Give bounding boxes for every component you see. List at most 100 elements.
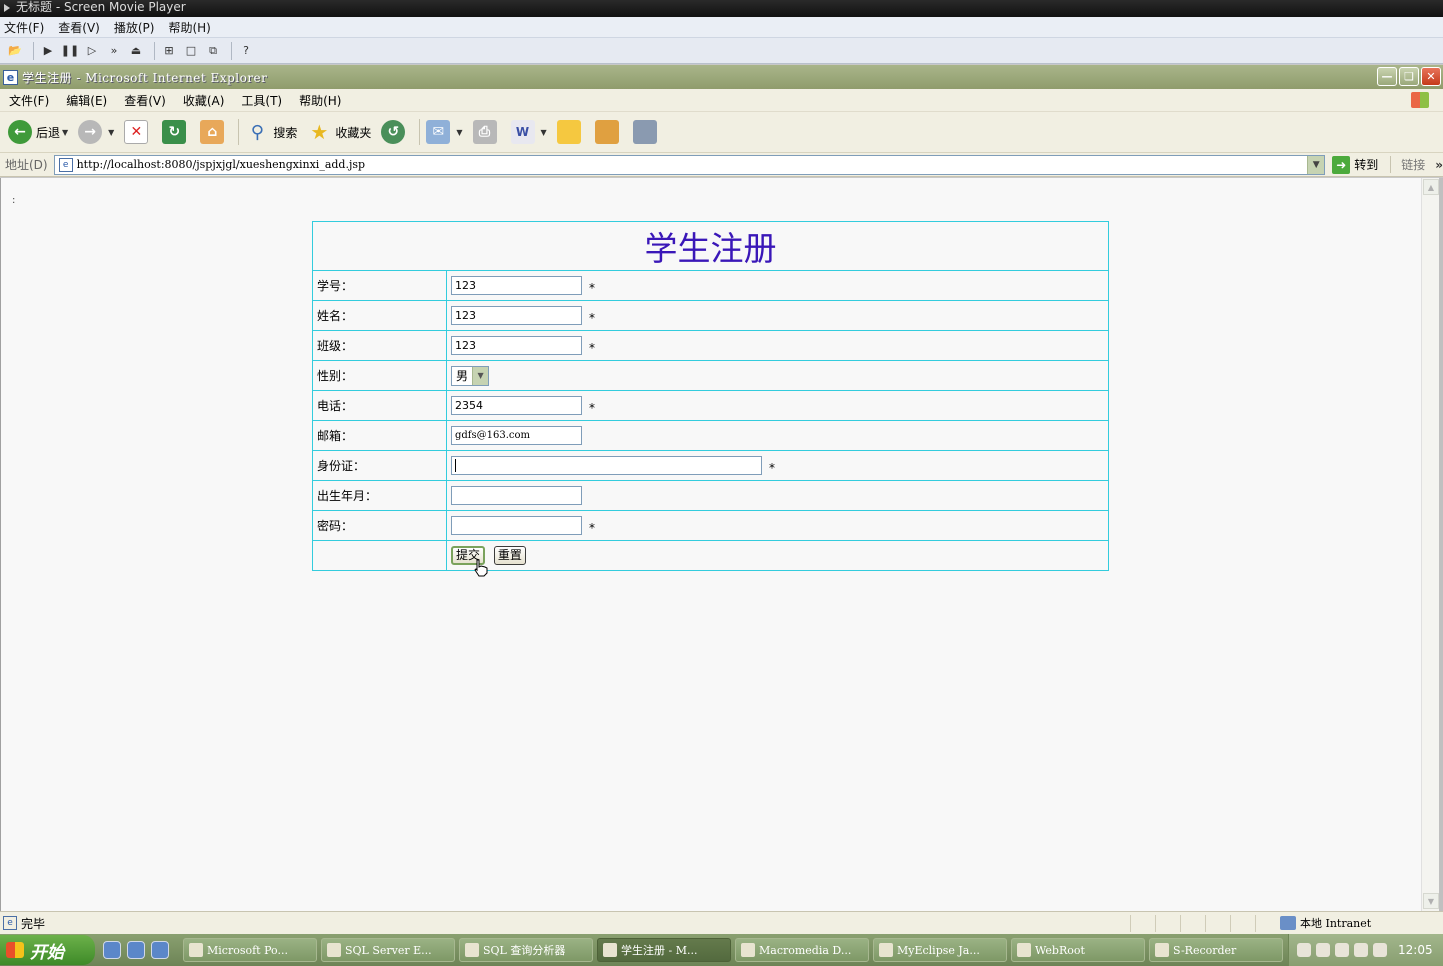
menu-help[interactable]: 帮助(H) <box>299 92 341 109</box>
network-icon[interactable] <box>1335 943 1349 957</box>
menu-edit[interactable]: 编辑(E) <box>66 92 107 109</box>
task-sql-server[interactable]: SQL Server E... <box>321 938 455 962</box>
status-text: 完毕 <box>21 916 46 931</box>
print-button[interactable]: ⎙ <box>472 120 501 144</box>
chevron-down-icon[interactable]: ▼ <box>541 128 547 137</box>
task-macromedia[interactable]: Macromedia D... <box>735 938 869 962</box>
search-button[interactable]: ⚲ 搜索 <box>245 120 297 144</box>
player-menu-help[interactable]: 帮助(H) <box>168 19 210 36</box>
student-no-input[interactable]: 123 <box>451 276 582 295</box>
task-label: SQL Server E... <box>345 943 432 957</box>
home-icon: ⌂ <box>200 120 225 144</box>
gender-select[interactable]: 男 ▼ <box>451 365 490 386</box>
ie-quicklaunch-icon[interactable] <box>103 941 121 959</box>
menu-favorites[interactable]: 收藏(A) <box>183 92 225 109</box>
clock: 12:05 <box>1398 943 1433 957</box>
stop-button[interactable]: ✕ <box>124 120 152 144</box>
shield-icon[interactable] <box>1354 943 1368 957</box>
window-mode-button[interactable]: ⧉ <box>204 42 222 60</box>
step-forward-button[interactable]: ▷ <box>83 42 101 60</box>
mail-button[interactable]: ✉ ▼ <box>426 120 463 144</box>
favorites-button[interactable]: ★ 收藏夹 <box>307 120 371 144</box>
research-button[interactable] <box>594 120 623 144</box>
task-s-recorder[interactable]: S-Recorder <box>1149 938 1283 962</box>
word-icon: W <box>510 120 535 144</box>
id-card-input[interactable] <box>451 456 762 475</box>
fast-forward-button[interactable]: » <box>105 42 123 60</box>
menu-tools[interactable]: 工具(T) <box>241 92 282 109</box>
phone-label: 电话： <box>312 390 447 421</box>
task-webroot[interactable]: WebRoot <box>1011 938 1145 962</box>
links-button[interactable]: 链接 <box>1390 156 1425 173</box>
task-powerpoint[interactable]: Microsoft Po... <box>183 938 317 962</box>
go-arrow-icon[interactable]: ➜ <box>1332 155 1351 174</box>
tray-expand-icon[interactable] <box>1316 943 1330 957</box>
toolbar-separator <box>419 119 421 145</box>
task-label: MyEclipse Ja... <box>897 943 980 957</box>
keyboard-icon[interactable] <box>1297 943 1311 957</box>
task-query-analyzer[interactable]: SQL 查询分析器 <box>459 938 593 962</box>
forward-button[interactable]: → ▼ <box>78 120 114 144</box>
ie-window-title: 学生注册 - Microsoft Internet Explorer <box>22 70 268 85</box>
printer-icon: ⎙ <box>472 120 497 144</box>
recorder-icon <box>1155 943 1169 957</box>
open-folder-icon[interactable]: 📂 <box>6 42 24 60</box>
zoom-fit-button[interactable]: ⊞ <box>160 42 178 60</box>
refresh-button[interactable]: ↻ <box>162 120 190 144</box>
class-input[interactable]: 123 <box>451 336 582 355</box>
email-input[interactable]: gdfs@163.com <box>451 426 582 445</box>
dreamweaver-icon <box>741 943 755 957</box>
home-button[interactable]: ⌂ <box>200 120 228 144</box>
edit-button[interactable]: W ▼ <box>510 120 547 144</box>
task-label: WebRoot <box>1035 943 1085 957</box>
form-row-student-no: 学号： 123 * <box>312 270 1109 301</box>
qq-icon[interactable] <box>1373 943 1387 957</box>
folder-button[interactable] <box>556 120 585 144</box>
eject-button[interactable]: ⏏ <box>127 42 145 60</box>
play-button[interactable]: ▶ <box>39 42 57 60</box>
favorites-label: 收藏夹 <box>335 125 372 140</box>
password-input[interactable] <box>451 516 582 535</box>
address-dropdown-button[interactable]: ▼ <box>1307 155 1325 174</box>
chevron-down-icon[interactable]: ▼ <box>62 128 68 137</box>
name-input[interactable]: 123 <box>451 306 582 325</box>
media-quicklaunch-icon[interactable] <box>151 941 169 959</box>
chevron-down-icon[interactable]: ▼ <box>472 366 489 385</box>
messenger-button[interactable] <box>632 120 661 144</box>
go-button[interactable]: 转到 <box>1354 156 1378 173</box>
player-menu-view[interactable]: 查看(V) <box>58 19 100 36</box>
task-ie-active[interactable]: 学生注册 - M... <box>597 938 731 962</box>
back-button[interactable]: ← 后退 ▼ <box>8 120 68 144</box>
chevron-right-icon[interactable]: » <box>1435 158 1443 172</box>
address-url[interactable]: http://localhost:8080/jspjxjgl/xueshengx… <box>77 158 365 171</box>
restore-button[interactable]: ❏ <box>1399 67 1419 86</box>
folder-icon <box>1017 943 1031 957</box>
registration-form: 学生注册 学号： 123 * 姓名： 123 * 班级： 123 * 性别： 男 ▼ … <box>312 221 1109 571</box>
taskbar: 开始 Microsoft Po... SQL Server E... SQL 查… <box>0 934 1443 966</box>
player-menu-file[interactable]: 文件(F) <box>4 19 44 36</box>
player-menu-play[interactable]: 播放(P) <box>114 19 155 36</box>
required-mark: * <box>769 461 775 475</box>
pause-button[interactable]: ❚❚ <box>61 42 79 60</box>
start-button[interactable]: 开始 <box>0 935 95 965</box>
task-myeclipse[interactable]: MyEclipse Ja... <box>873 938 1007 962</box>
show-desktop-icon[interactable] <box>127 941 145 959</box>
fullscreen-button[interactable]: □ <box>182 42 200 60</box>
menu-file[interactable]: 文件(F) <box>9 92 49 109</box>
help-icon[interactable]: ? <box>237 42 255 60</box>
scroll-down-button[interactable]: ▼ <box>1423 893 1439 909</box>
chevron-down-icon[interactable]: ▼ <box>456 128 462 137</box>
reset-button[interactable]: 重置 <box>493 546 526 565</box>
close-button[interactable]: ✕ <box>1421 67 1441 86</box>
minimize-button[interactable]: — <box>1377 67 1397 86</box>
menu-view[interactable]: 查看(V) <box>124 92 166 109</box>
address-input[interactable]: e http://localhost:8080/jspjxjgl/xueshen… <box>53 154 1326 175</box>
birth-input[interactable] <box>451 486 582 505</box>
scroll-up-button[interactable]: ▲ <box>1423 179 1439 195</box>
history-button[interactable]: ↺ <box>381 120 409 144</box>
chevron-down-icon[interactable]: ▼ <box>108 128 114 137</box>
phone-input[interactable]: 2354 <box>451 396 582 415</box>
search-label: 搜索 <box>273 125 298 140</box>
toolbar-separator <box>238 119 240 145</box>
vertical-scrollbar[interactable]: ▲ ▼ <box>1421 178 1439 911</box>
